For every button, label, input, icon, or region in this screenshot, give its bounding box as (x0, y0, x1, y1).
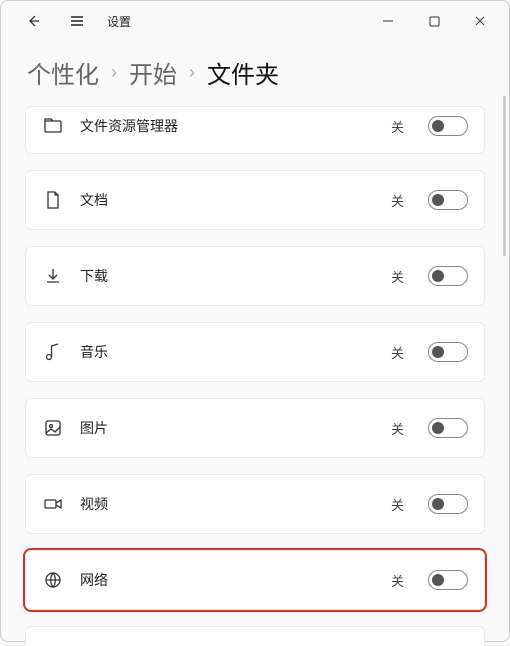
toggle-state: 关 (391, 267, 404, 286)
menu-button[interactable] (63, 7, 91, 35)
setting-label: 音乐 (80, 342, 108, 362)
toggle-switch[interactable] (428, 342, 468, 362)
titlebar: 设置 (1, 1, 509, 41)
file-explorer-icon (42, 115, 64, 137)
video-icon (42, 493, 64, 515)
setting-row-music: 音乐 关 (25, 322, 485, 382)
download-icon (42, 265, 64, 287)
maximize-button[interactable] (411, 5, 457, 37)
minimize-button[interactable] (365, 5, 411, 37)
breadcrumb: 个性化 › 开始 › 文件夹 (1, 41, 509, 106)
network-icon (42, 569, 64, 591)
app-title: 设置 (107, 13, 131, 30)
close-icon (474, 15, 486, 27)
breadcrumb-start[interactable]: 开始 (129, 55, 177, 90)
setting-label: 文件资源管理器 (80, 116, 178, 136)
setting-label: 文档 (80, 190, 108, 210)
back-button[interactable] (19, 7, 47, 35)
toggle-state: 关 (391, 571, 404, 590)
setting-label: 图片 (80, 418, 108, 438)
toggle-switch[interactable] (428, 418, 468, 438)
setting-label: 下载 (80, 266, 108, 286)
chevron-right-icon: › (189, 62, 195, 83)
toggle-state: 关 (391, 343, 404, 362)
setting-row-documents: 文档 关 (25, 170, 485, 230)
setting-row-downloads: 下载 关 (25, 246, 485, 306)
close-button[interactable] (457, 5, 503, 37)
chevron-right-icon: › (111, 62, 117, 83)
setting-row-personal-folder: 个人文件夹 (25, 626, 485, 646)
toggle-switch[interactable] (428, 116, 468, 136)
setting-row-videos: 视频 关 (25, 474, 485, 534)
setting-row-network: 网络 关 (25, 550, 485, 610)
minimize-icon (382, 15, 394, 27)
toggle-switch[interactable] (428, 266, 468, 286)
setting-label: 视频 (80, 494, 108, 514)
breadcrumb-current: 文件夹 (207, 55, 279, 90)
vertical-scrollbar[interactable] (503, 96, 506, 256)
toggle-switch[interactable] (428, 570, 468, 590)
content-area: 文件资源管理器 关 文档 关 下载 关 音乐 关 图片 (1, 106, 509, 646)
setting-row-pictures: 图片 关 (25, 398, 485, 458)
toggle-state: 关 (391, 117, 404, 136)
toggle-state: 关 (391, 495, 404, 514)
music-icon (42, 341, 64, 363)
arrow-left-icon (25, 13, 41, 29)
toggle-state: 关 (391, 419, 404, 438)
hamburger-icon (69, 13, 85, 29)
maximize-icon (429, 16, 440, 27)
setting-label: 网络 (80, 570, 108, 590)
document-icon (42, 189, 64, 211)
picture-icon (42, 417, 64, 439)
breadcrumb-personalization[interactable]: 个性化 (27, 55, 99, 90)
toggle-state: 关 (391, 191, 404, 210)
toggle-switch[interactable] (428, 494, 468, 514)
toggle-switch[interactable] (428, 190, 468, 210)
setting-row-file-explorer: 文件资源管理器 关 (25, 106, 485, 154)
